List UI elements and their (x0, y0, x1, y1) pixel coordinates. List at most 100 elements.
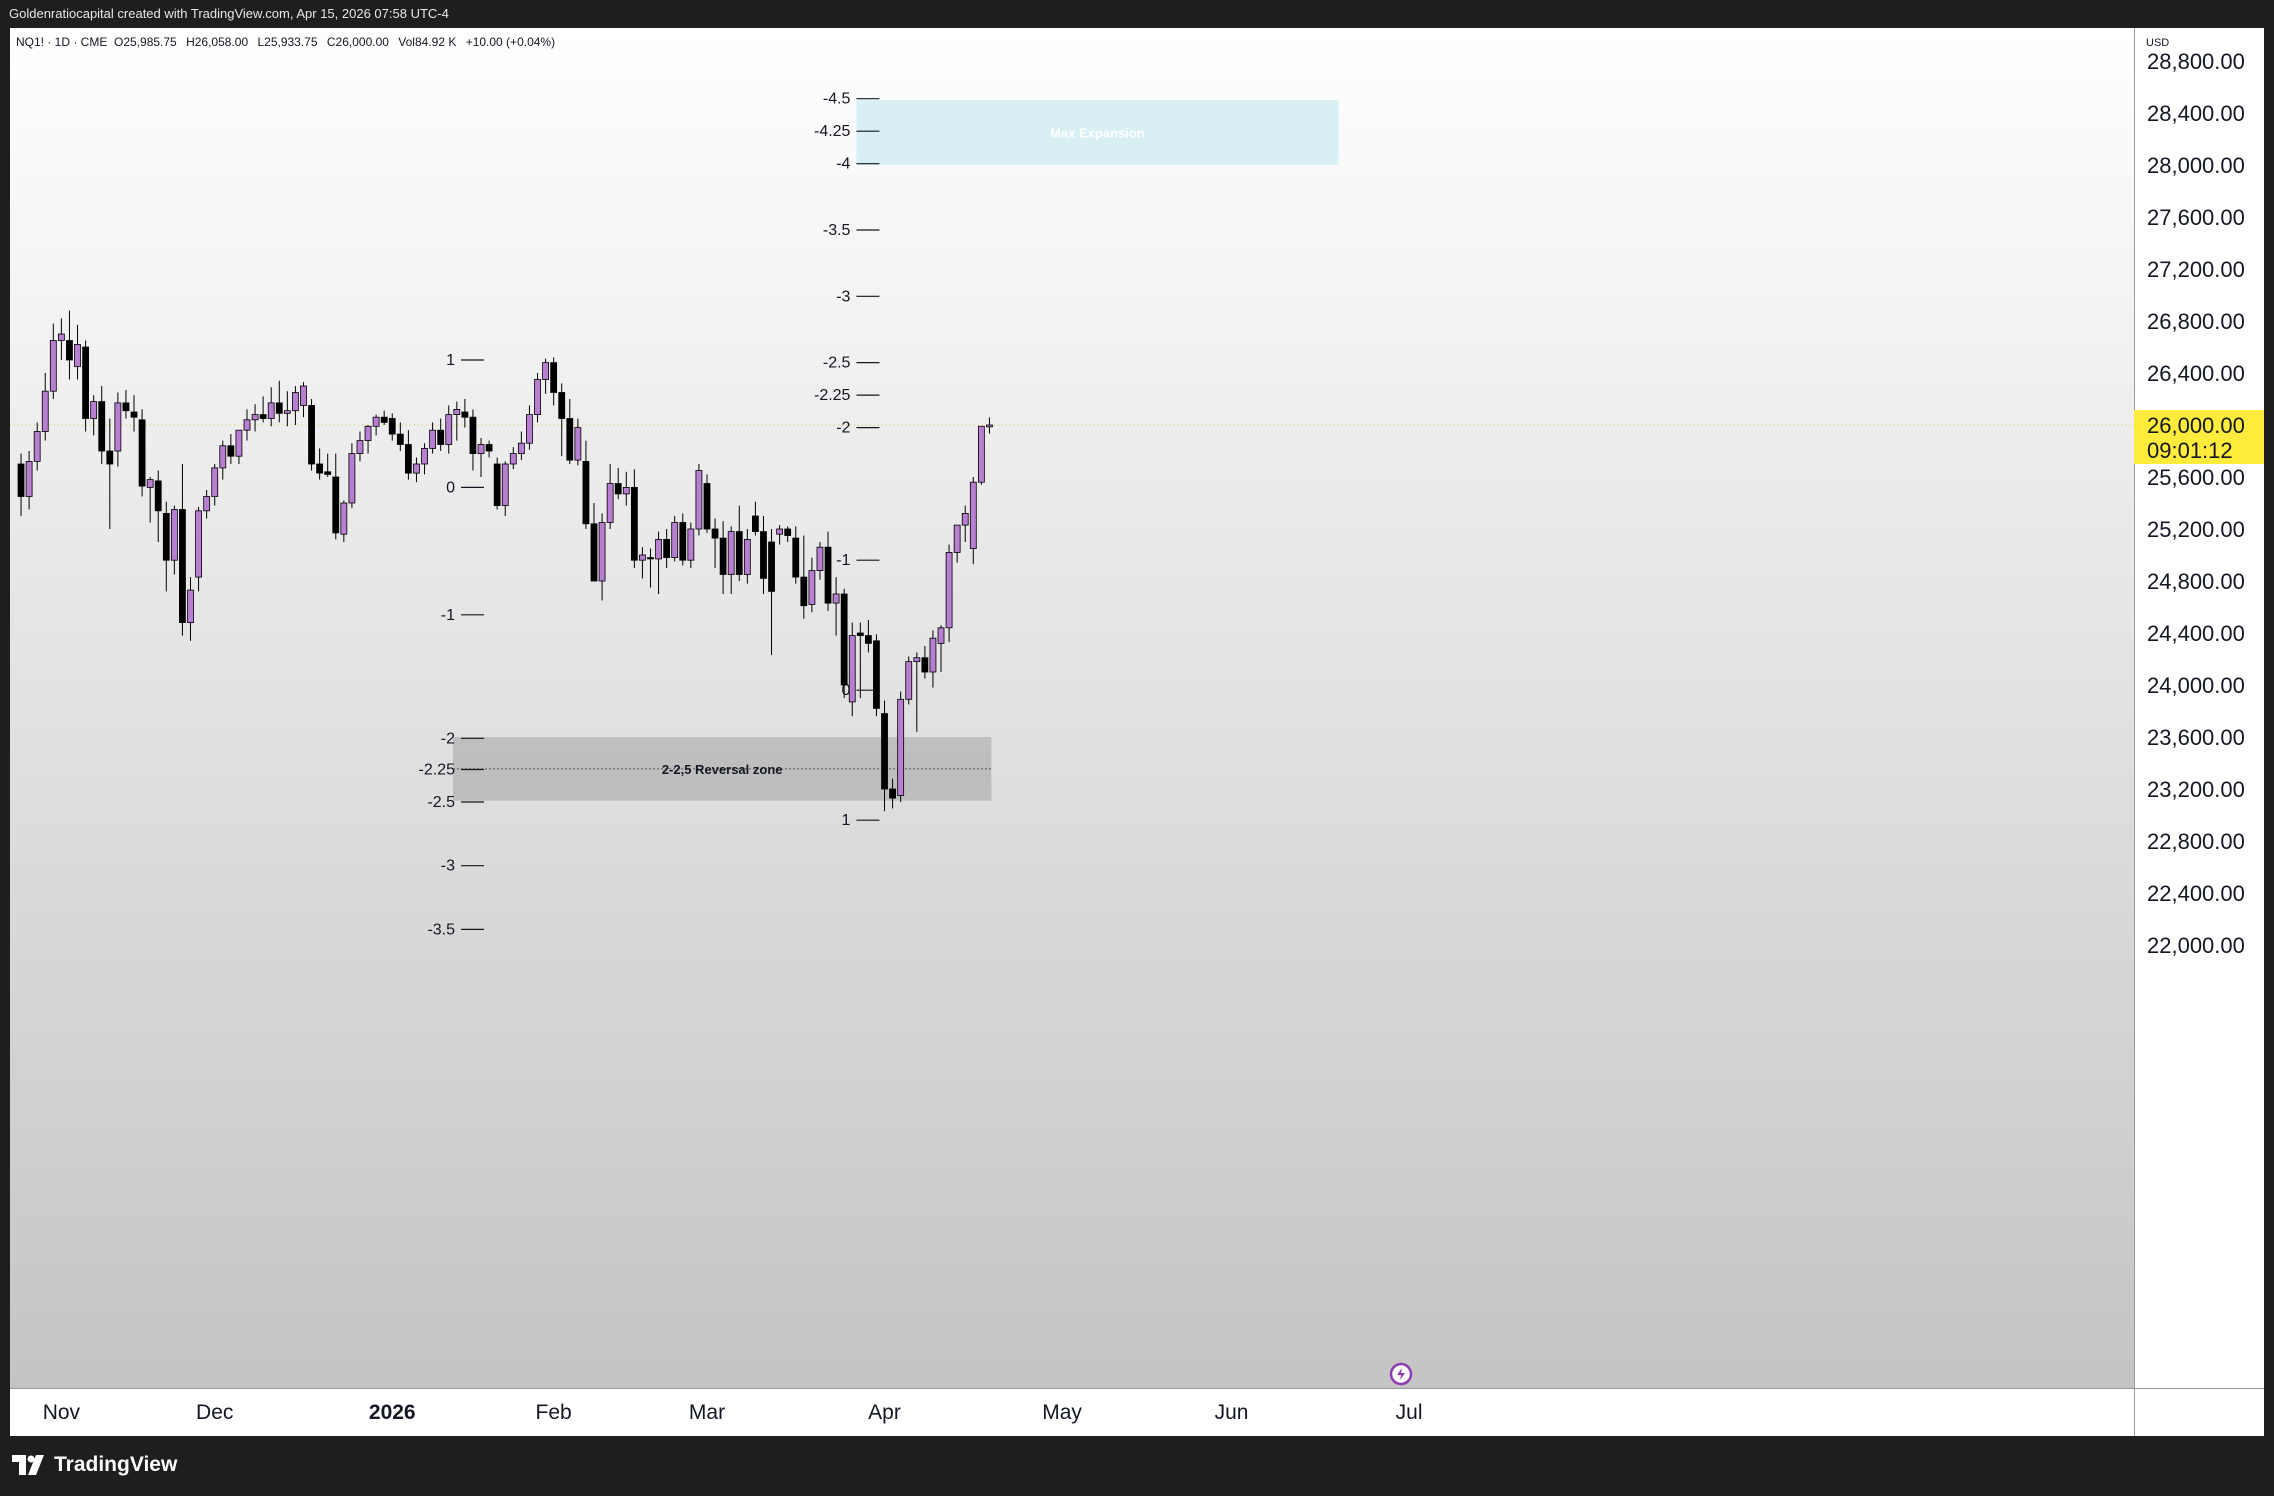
candle-body (187, 589, 194, 623)
candle-body (647, 557, 654, 560)
candle-body (154, 480, 162, 512)
price-tick-label: 24,800.00 (2147, 569, 2245, 594)
price-tick-label: 25,600.00 (2147, 465, 2245, 490)
candle-body (429, 429, 437, 449)
candle-body (203, 496, 211, 512)
price-axis-background[interactable] (2134, 28, 2264, 1388)
candle-body (671, 522, 679, 558)
candle-body (477, 444, 485, 454)
candle-body (986, 424, 993, 428)
price-tick-label: 28,000.00 (2147, 153, 2245, 178)
candle-body (695, 470, 703, 530)
candle-body (969, 481, 977, 549)
candle (945, 544, 953, 643)
candle-body (792, 537, 800, 578)
candle-body (251, 414, 259, 421)
legend-open: O25,985.75 (114, 35, 177, 49)
candle-body (832, 593, 840, 604)
candle-body (469, 416, 477, 455)
current-price-label: 26,000.00 (2147, 413, 2245, 438)
candle (848, 622, 856, 717)
candle-body (622, 486, 630, 495)
time-axis-background[interactable] (10, 1388, 2264, 1436)
tradingview-logo[interactable]: TradingView (12, 1450, 177, 1480)
candle-body (90, 401, 98, 419)
footer-bar: TradingView (0, 1436, 2274, 1496)
candle-body (679, 522, 687, 561)
candle-body (227, 445, 235, 457)
fib-level-label: 0 (446, 479, 455, 496)
chart-caption-bar: Goldenratiocapital created with TradingV… (0, 0, 2274, 28)
candle-body (526, 414, 533, 444)
candle-body (404, 444, 412, 474)
candle-body (106, 450, 114, 465)
candle (308, 399, 315, 471)
candle (82, 340, 89, 432)
candle-body (913, 657, 921, 663)
fib-level-label: -3 (441, 858, 455, 875)
price-tick-label: 26,800.00 (2147, 309, 2245, 334)
price-tick-label: 27,200.00 (2147, 257, 2245, 282)
price-tick-label: 26,400.00 (2147, 361, 2245, 386)
candle-body (356, 440, 364, 455)
candle-body (413, 463, 420, 474)
candle-body (348, 453, 356, 504)
candle-body (292, 392, 299, 412)
price-tick-label: 28,400.00 (2147, 101, 2245, 126)
candle (534, 373, 541, 423)
candle-body (873, 640, 880, 709)
candle (695, 464, 703, 536)
candle-body (945, 552, 953, 629)
fib-level-label: -3.5 (823, 222, 851, 239)
candle-body (881, 713, 888, 790)
candle-body (953, 524, 961, 553)
price-tick-label: 22,400.00 (2147, 881, 2245, 906)
fib-level-label: -4 (836, 156, 850, 173)
event-icon[interactable] (1389, 1362, 1413, 1386)
candle-body (889, 788, 896, 799)
candle (138, 409, 146, 497)
fib-level-label: -2.25 (419, 762, 456, 779)
candle-body (550, 362, 558, 393)
candle-body (606, 483, 614, 523)
candle (840, 588, 848, 698)
chart-caption: Goldenratiocapital created with TradingV… (9, 6, 449, 21)
candle-body (364, 425, 372, 441)
candle-body (267, 402, 275, 419)
price-tick-label: 27,600.00 (2147, 205, 2245, 230)
legend-change: +10.00 (+0.04%) (466, 35, 555, 49)
candle-body (57, 333, 65, 341)
fib-level-label: -4.25 (814, 123, 851, 140)
candle-body (711, 528, 719, 539)
candlestick-chart[interactable]: Max Expansion 2-2,5 Reversal zone -4.5 -4.… (10, 28, 2264, 1436)
candle-body (760, 531, 767, 579)
candle-body (501, 463, 509, 506)
fib-level-label: -1 (836, 552, 850, 569)
candle-body (574, 427, 582, 461)
time-tick-label: Jul (1396, 1401, 1423, 1424)
candle-body (130, 411, 138, 418)
candle-body (219, 445, 227, 469)
candle (905, 656, 913, 705)
price-tick-label: 24,400.00 (2147, 621, 2245, 646)
candle-body (259, 414, 267, 419)
candle-body (598, 522, 606, 582)
candle-body (98, 401, 106, 452)
candle-body (905, 661, 913, 700)
fib-level-label: -2 (441, 730, 455, 747)
candle-body (687, 528, 695, 561)
candle-body (235, 429, 243, 457)
candle-body (211, 467, 219, 497)
fib-level-label: -2.5 (427, 794, 455, 811)
candle-body (856, 632, 864, 636)
time-tick-label: Dec (196, 1401, 233, 1424)
candle-body (485, 444, 493, 452)
candle-body (921, 657, 929, 673)
time-tick-label: Jun (1215, 1401, 1249, 1424)
fib-level-label: -4.5 (823, 91, 851, 108)
candle-body (332, 476, 340, 534)
candle-body (243, 419, 251, 431)
chart-frame[interactable]: Max Expansion 2-2,5 Reversal zone -4.5 -4.… (10, 28, 2264, 1436)
candle-body (437, 429, 445, 445)
candle-body (275, 402, 283, 414)
